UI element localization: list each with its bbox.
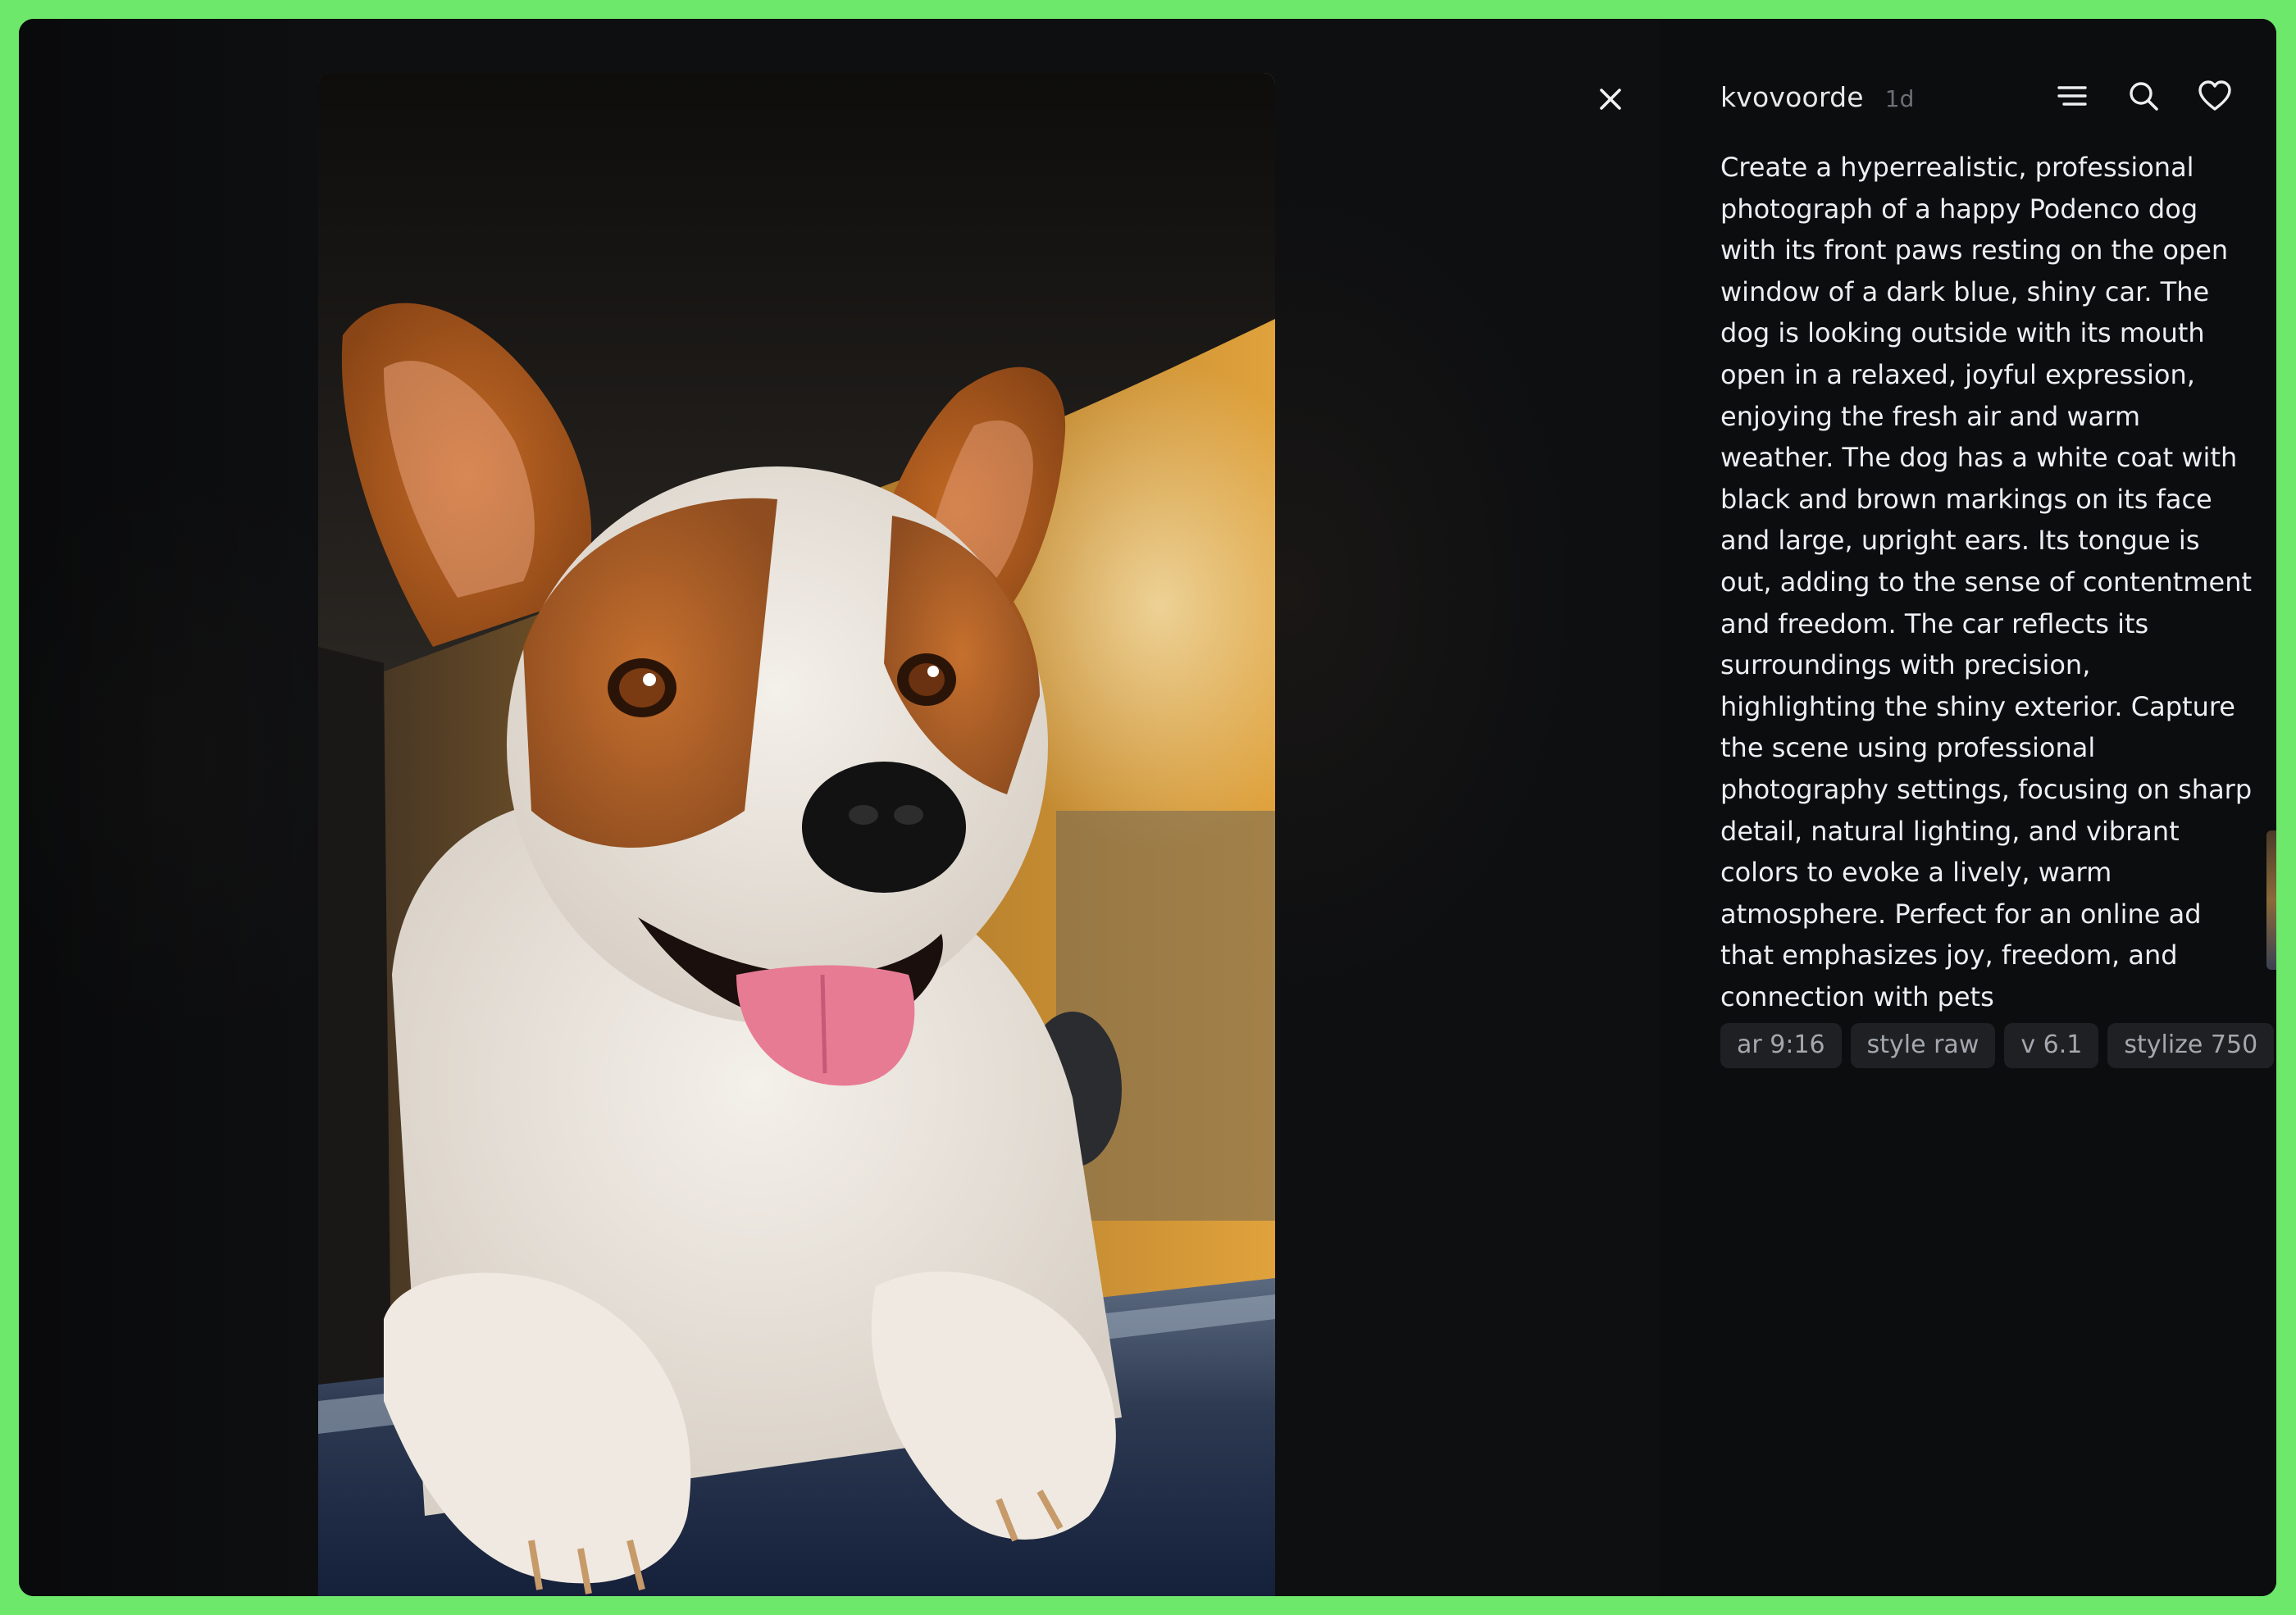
post-header: kvovoorde 1d	[1720, 81, 1914, 113]
close-icon	[1600, 89, 1621, 110]
like-button[interactable]	[2197, 78, 2233, 114]
param-chip-aspect-ratio[interactable]: ar 9:16	[1720, 1023, 1842, 1068]
generated-image[interactable]	[318, 73, 1275, 1596]
parameter-chips: ar 9:16 style raw v 6.1 stylize 750	[1720, 1023, 2275, 1068]
username[interactable]: kvovoorde	[1720, 81, 1864, 113]
details-panel: kvovoorde 1d Create a hyperrealistic, pr…	[1660, 19, 2276, 1596]
dog-photo-illustration	[318, 73, 1275, 1596]
menu-button[interactable]	[2054, 78, 2090, 114]
post-age: 1d	[1884, 85, 1915, 112]
param-chip-style[interactable]: style raw	[1850, 1023, 1996, 1068]
prompt-text: Create a hyperrealistic, professional ph…	[1720, 152, 2253, 1012]
header-actions	[2054, 78, 2233, 114]
search-button[interactable]	[2125, 78, 2162, 114]
next-image-peek[interactable]	[2266, 830, 2276, 970]
close-button[interactable]	[1589, 78, 1632, 121]
param-chip-version[interactable]: v 6.1	[2004, 1023, 2099, 1068]
heart-icon	[2198, 80, 2231, 111]
lightbox-window: kvovoorde 1d Create a hyperrealistic, pr…	[19, 19, 2276, 1596]
search-icon	[2130, 82, 2158, 111]
left-shade	[19, 19, 318, 1596]
menu-icon	[2057, 86, 2087, 106]
param-chip-stylize[interactable]: stylize 750	[2107, 1023, 2275, 1068]
